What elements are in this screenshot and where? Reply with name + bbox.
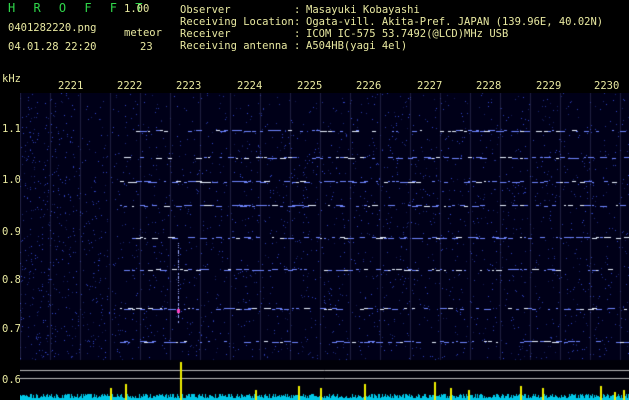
- frequency-tick-label: 1.1: [2, 123, 21, 135]
- location-value: Ogata-vill. Akita-Pref. JAPAN (139.96E, …: [306, 16, 604, 28]
- time-tick-label: 2225: [297, 80, 323, 92]
- datetime-label: 04.01.28 22:20: [8, 41, 97, 53]
- observer-label: Observer: [180, 4, 231, 16]
- antenna-value: A504HB(yagi 4el): [306, 40, 408, 52]
- time-tick-label: 2223: [176, 80, 202, 92]
- spectrogram-canvas: [20, 93, 629, 400]
- frequency-tick-label: 0.9: [2, 226, 21, 238]
- observer-colon: :: [294, 4, 301, 16]
- time-tick-label: 2229: [536, 80, 562, 92]
- antenna-colon: :: [294, 40, 301, 52]
- meteor-count: 23: [140, 41, 153, 53]
- time-tick-label: 2222: [117, 80, 143, 92]
- frequency-tick-label: 1.0: [2, 174, 21, 186]
- time-tick-label: 2227: [417, 80, 443, 92]
- antenna-label: Receiving antenna: [180, 40, 288, 52]
- frequency-unit-label: kHz: [2, 73, 21, 85]
- location-colon: :: [294, 16, 301, 28]
- location-label: Receiving Location: [180, 16, 294, 28]
- time-tick-label: 2230: [594, 80, 620, 92]
- receiver-value: ICOM IC-575 53.7492(@LCD)MHz USB: [306, 28, 509, 40]
- frequency-tick-label: 0.6: [2, 374, 21, 386]
- receiver-label: Receiver: [180, 28, 231, 40]
- time-tick-label: 2226: [356, 80, 382, 92]
- app-version: 1.00: [124, 3, 150, 15]
- frequency-tick-label: 0.8: [2, 274, 21, 286]
- meteor-label: meteor: [124, 27, 162, 39]
- receiver-colon: :: [294, 28, 301, 40]
- frequency-tick-label: 0.7: [2, 323, 21, 335]
- observer-value: Masayuki Kobayashi: [306, 4, 420, 16]
- time-tick-label: 2228: [476, 80, 502, 92]
- time-tick-label: 2221: [58, 80, 84, 92]
- filename-label: 0401282220.png: [8, 22, 97, 34]
- time-tick-label: 2224: [237, 80, 263, 92]
